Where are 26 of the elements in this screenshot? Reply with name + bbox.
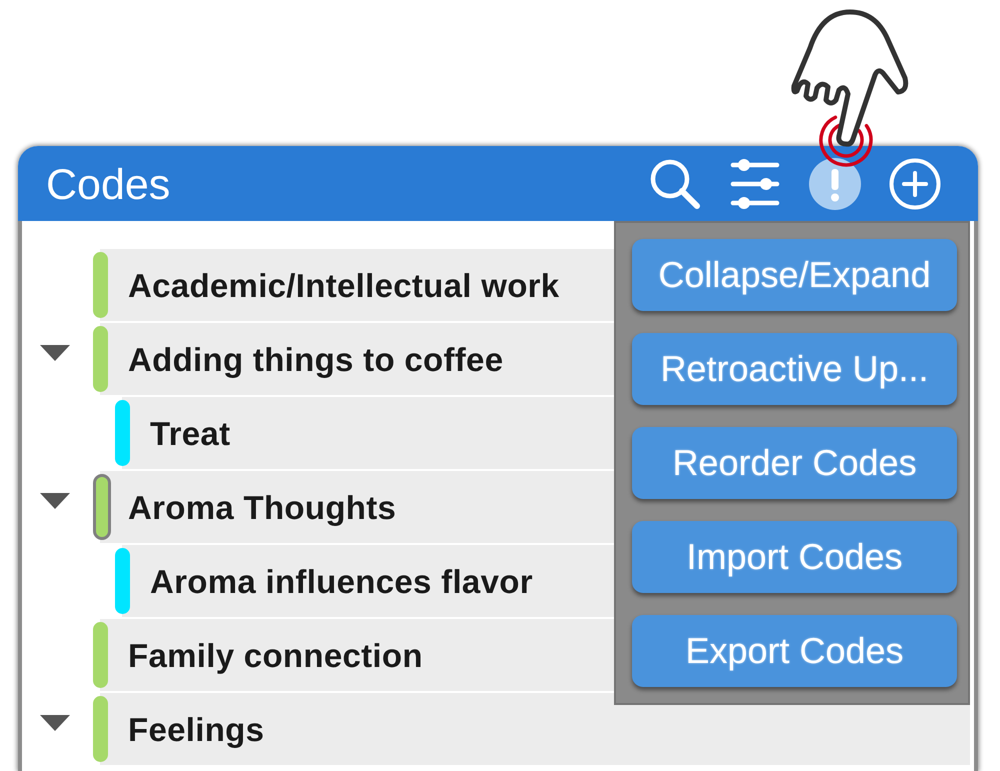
caret-icon[interactable]: [40, 345, 70, 361]
sliders-icon: [729, 158, 781, 210]
code-label: Aroma Thoughts: [128, 488, 396, 527]
code-item[interactable]: Family connection: [93, 619, 614, 691]
code-item[interactable]: Academic/Intellectual work: [93, 249, 614, 321]
code-label: Aroma influences flavor: [150, 562, 533, 601]
code-label: Family connection: [128, 636, 423, 675]
panel-title: Codes: [46, 160, 172, 207]
add-button[interactable]: [889, 158, 941, 210]
plus-circle-icon: [889, 158, 941, 210]
code-item[interactable]: Treat: [115, 397, 614, 469]
caret-icon[interactable]: [40, 493, 70, 509]
exclamation-icon: [809, 158, 861, 210]
search-button[interactable]: [649, 158, 701, 210]
code-item[interactable]: Aroma influences flavor: [115, 545, 614, 617]
code-label: Treat: [150, 414, 230, 453]
search-icon: [649, 158, 701, 210]
code-label: Academic/Intellectual work: [128, 266, 560, 305]
code-item[interactable]: Adding things to coffee: [93, 323, 614, 395]
code-item[interactable]: Feelings: [93, 693, 970, 765]
alert-button[interactable]: [809, 158, 861, 210]
caret-icon[interactable]: [40, 715, 70, 731]
filter-button[interactable]: [729, 158, 781, 210]
code-label: Adding things to coffee: [128, 340, 504, 379]
code-label: Feelings: [128, 710, 264, 749]
code-item[interactable]: Aroma Thoughts: [93, 471, 614, 543]
